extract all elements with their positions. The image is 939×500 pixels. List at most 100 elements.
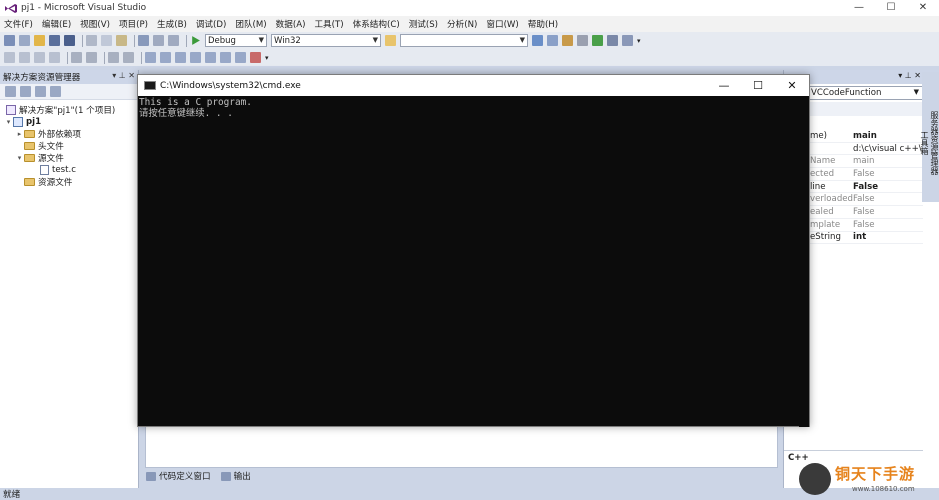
menu-file[interactable]: 文件(F) — [4, 18, 33, 30]
previous-bookmark-doc-icon[interactable] — [220, 52, 231, 63]
toolbox-icon[interactable] — [577, 35, 588, 46]
open-folder-icon[interactable] — [34, 35, 45, 46]
menu-window[interactable]: 窗口(W) — [486, 18, 518, 30]
next-bookmark-icon[interactable] — [175, 52, 186, 63]
menu-data[interactable]: 数据(A) — [276, 18, 306, 30]
server-explorer-tab[interactable]: 服务器资源管理器 — [929, 111, 939, 175]
maximize-button[interactable]: ☐ — [875, 0, 907, 16]
close-button[interactable]: ✕ — [907, 0, 939, 16]
menu-project[interactable]: 项目(P) — [119, 18, 148, 30]
menu-view[interactable]: 视图(V) — [80, 18, 110, 30]
cmd-maximize-button[interactable]: ☐ — [741, 75, 775, 96]
solution-explorer-icon[interactable] — [532, 35, 543, 46]
menu-debug[interactable]: 调试(D) — [196, 18, 227, 30]
output-pane[interactable] — [145, 426, 778, 468]
parameter-info-icon[interactable] — [19, 52, 30, 63]
view-class-diagram-icon[interactable] — [50, 86, 61, 97]
panel-pin-close-icons[interactable]: ▾ ⊥ ✕ — [112, 71, 135, 80]
save-all-icon[interactable] — [64, 35, 75, 46]
start-page-icon[interactable] — [592, 35, 603, 46]
menu-build[interactable]: 生成(B) — [157, 18, 187, 30]
tree-item-label: test.c — [52, 165, 76, 175]
menu-architecture[interactable]: 体系结构(C) — [353, 18, 400, 30]
cut-icon[interactable] — [86, 35, 97, 46]
previous-bookmark-icon[interactable] — [160, 52, 171, 63]
show-all-files-icon[interactable] — [20, 86, 31, 97]
c-file-icon — [40, 165, 49, 175]
find-combo[interactable]: ▼ — [400, 34, 528, 47]
property-value: False — [853, 168, 875, 179]
bookmark-toggle-icon[interactable] — [145, 52, 156, 63]
console-icon — [144, 81, 156, 90]
start-debugging-icon[interactable] — [192, 36, 200, 45]
property-value: int — [853, 232, 867, 243]
tree-item-external-dependencies[interactable]: ▸ 外部依赖项 — [0, 128, 138, 140]
undo-icon[interactable] — [138, 35, 149, 46]
properties-icon[interactable] — [547, 35, 558, 46]
list-members-icon[interactable] — [49, 52, 60, 63]
toolbar-separator — [186, 34, 187, 47]
display-quickinfo-icon[interactable] — [4, 52, 15, 63]
toolbar-overflow-icon[interactable]: ▾ — [637, 37, 641, 45]
navigate-icon[interactable] — [168, 35, 179, 46]
tree-item-source-files[interactable]: ▾ 源文件 — [0, 152, 138, 164]
expand-arrow-icon[interactable]: ▸ — [15, 130, 24, 138]
clear-bookmarks-icon[interactable] — [250, 52, 261, 63]
increase-indent-icon[interactable] — [86, 52, 97, 63]
find-in-files-icon[interactable] — [385, 35, 396, 46]
refresh-icon[interactable] — [35, 86, 46, 97]
object-browser-icon[interactable] — [562, 35, 573, 46]
extension-manager-icon[interactable] — [607, 35, 618, 46]
tree-item-resource-files[interactable]: 资源文件 — [0, 176, 138, 188]
tab-label: 代码定义窗口 — [159, 472, 211, 482]
cmd-window[interactable]: C:\Windows\system32\cmd.exe — ☐ ✕ This i… — [137, 74, 810, 427]
panel-pin-close-icons[interactable]: ▾ ⊥ ✕ — [898, 71, 921, 80]
save-icon[interactable] — [49, 35, 60, 46]
cmd-close-button[interactable]: ✕ — [775, 75, 809, 96]
paste-icon[interactable] — [116, 35, 127, 46]
menu-help[interactable]: 帮助(H) — [528, 18, 558, 30]
console-scrollbar[interactable] — [799, 96, 809, 427]
menu-edit[interactable]: 编辑(E) — [42, 18, 71, 30]
cmd-title-bar[interactable]: C:\Windows\system32\cmd.exe — ☐ ✕ — [138, 75, 809, 96]
collapse-arrow-icon[interactable]: ▾ — [15, 154, 24, 162]
complete-word-icon[interactable] — [34, 52, 45, 63]
tab-code-definition-window[interactable]: 代码定义窗口 — [146, 470, 211, 482]
menu-team[interactable]: 团队(M) — [235, 18, 266, 30]
toolbar-separator — [134, 34, 135, 47]
add-item-icon[interactable] — [19, 35, 30, 46]
menu-analyze[interactable]: 分析(N) — [447, 18, 477, 30]
solution-platform-dropdown[interactable]: Win32 ▼ — [271, 34, 381, 47]
console-output[interactable]: This is a C program. 请按任意键继续. . . — [138, 96, 809, 120]
decrease-indent-icon[interactable] — [71, 52, 82, 63]
redo-icon[interactable] — [153, 35, 164, 46]
cmd-minimize-button[interactable]: — — [707, 75, 741, 96]
solution-configuration-dropdown[interactable]: Debug ▼ — [205, 34, 267, 47]
tree-item-test-c[interactable]: test.c — [0, 164, 138, 176]
new-project-icon[interactable] — [4, 35, 15, 46]
toolbox-tab[interactable]: 工具箱 — [919, 131, 929, 155]
next-bookmark-doc-icon[interactable] — [235, 52, 246, 63]
properties-icon[interactable] — [5, 86, 16, 97]
tree-item-project[interactable]: ▾ pj1 — [0, 116, 138, 128]
previous-bookmark-folder-icon[interactable] — [190, 52, 201, 63]
collapse-arrow-icon[interactable]: ▾ — [4, 118, 13, 126]
next-bookmark-folder-icon[interactable] — [205, 52, 216, 63]
command-window-icon[interactable] — [622, 35, 633, 46]
menu-test[interactable]: 测试(S) — [409, 18, 438, 30]
minimize-button[interactable]: — — [843, 0, 875, 16]
tab-output[interactable]: 输出 — [220, 470, 251, 482]
toolbar-overflow-icon[interactable]: ▾ — [265, 54, 269, 62]
cmd-title: C:\Windows\system32\cmd.exe — [160, 80, 301, 91]
toolbar-separator — [82, 34, 83, 47]
uncomment-icon[interactable] — [123, 52, 134, 63]
tree-item-solution[interactable]: 解决方案"pj1"(1 个项目) — [0, 104, 138, 116]
tab-label: 输出 — [233, 472, 251, 482]
watermark-text: 铜天下手游 — [835, 465, 916, 483]
menu-tools[interactable]: 工具(T) — [314, 18, 343, 30]
tree-item-header-files[interactable]: 头文件 — [0, 140, 138, 152]
property-value: False — [853, 181, 879, 192]
comment-out-icon[interactable] — [108, 52, 119, 63]
copy-icon[interactable] — [101, 35, 112, 46]
property-value: False — [853, 219, 875, 230]
